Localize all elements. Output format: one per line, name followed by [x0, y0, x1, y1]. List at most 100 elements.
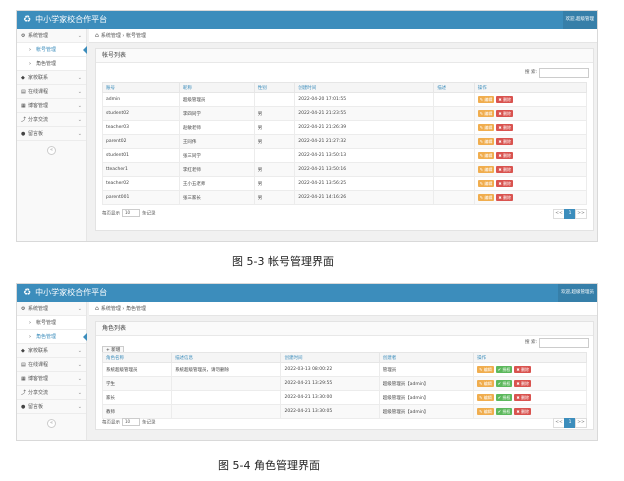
table-cell: 系统超级管理员，请勿删除 [171, 362, 282, 377]
user-menu[interactable]: 欢迎,超级管理员 [558, 284, 597, 302]
sidebar-item[interactable]: ● 留言板 ⌄ [17, 400, 86, 414]
share-icon: ⤴ [21, 390, 27, 396]
delete-button[interactable]: ✖ 删除 [496, 152, 513, 159]
chevron-down-icon: ⌄ [77, 117, 82, 123]
edit-button[interactable]: ✎ 编辑 [477, 110, 495, 117]
edit-button[interactable]: ✎ 编辑 [477, 138, 495, 145]
edit-button[interactable]: ✎ 编辑 [477, 408, 494, 415]
delete-button[interactable]: ✖ 删除 [514, 394, 532, 401]
delete-button[interactable]: ✖ 删除 [496, 124, 513, 131]
table-cell: 男 [253, 162, 296, 177]
delete-button[interactable]: ✖ 删除 [496, 96, 513, 103]
delete-button[interactable]: ✖ 删除 [496, 194, 513, 201]
delete-button[interactable]: ✖ 删除 [514, 366, 532, 373]
account-panel: 帐号列表 搜 索: 账号 昵称 性别 创建时间 描述 操作 admin 超级管理员 2022-… [95, 48, 594, 231]
table-cell: 2022-04-21 21:26:39 [294, 120, 435, 135]
table-cell [433, 176, 475, 191]
column-header[interactable]: 描述 [433, 82, 475, 93]
column-header[interactable]: 创建时间 [294, 82, 435, 93]
sidebar-item[interactable]: › 帐号管理 [17, 316, 86, 330]
edit-button[interactable]: ✎ 编辑 [477, 152, 495, 159]
actions-cell: ✎ 编辑 ✔ 授权 ✖ 删除 [473, 362, 587, 377]
chevron-down-icon: ⌄ [77, 306, 82, 312]
delete-button[interactable]: ✖ 删除 [514, 408, 532, 415]
breadcrumb-separator: › [122, 33, 125, 39]
table-cell: 张三同学 [178, 148, 255, 163]
sidebar-item[interactable]: › 角色管理 [17, 57, 86, 71]
authorize-button[interactable]: ✔ 授权 [495, 380, 513, 387]
delete-button[interactable]: ✖ 删除 [496, 138, 513, 145]
page-size-select[interactable]: 10 [122, 418, 140, 426]
delete-button[interactable]: ✖ 删除 [496, 166, 513, 173]
column-header[interactable]: 创建时间 [280, 352, 380, 363]
app-logo[interactable]: ♻ 中小学家校合作平台 [23, 14, 107, 26]
sidebar-item[interactable]: ▦ 博客管理 ⌄ [17, 99, 86, 113]
column-header[interactable]: 昵称 [178, 82, 255, 93]
table-cell: 2022-03-13 08:00:22 [280, 362, 380, 377]
search-input[interactable] [539, 68, 589, 78]
breadcrumb-current: 角色管理 [126, 306, 147, 312]
table-cell: 男 [253, 134, 296, 149]
sidebar-item[interactable]: ⚙ 系统管理 ⌄ [17, 29, 86, 43]
table-cell [433, 148, 475, 163]
delete-button[interactable]: ✖ 删除 [496, 180, 513, 187]
sidebar-item[interactable]: ▦ 博客管理 ⌄ [17, 372, 86, 386]
sidebar-collapse-button[interactable]: « [47, 419, 56, 428]
table-cell [433, 92, 475, 107]
authorize-button[interactable]: ✔ 授权 [495, 366, 513, 373]
breadcrumb-home[interactable]: 系统管理 [101, 306, 121, 312]
sidebar-item[interactable]: › 角色管理 [17, 330, 87, 344]
authorize-button[interactable]: ✔ 授权 [495, 408, 513, 415]
sidebar-collapse-button[interactable]: « [47, 146, 56, 155]
delete-button[interactable]: ✖ 删除 [514, 380, 532, 387]
column-header[interactable]: 性别 [253, 82, 296, 93]
figure-caption: 图 5-4 角色管理界面 [218, 459, 320, 472]
column-header[interactable]: 描述信息 [171, 352, 282, 363]
page-size-select[interactable]: 10 [122, 209, 140, 217]
sidebar-item[interactable]: ⚙ 系统管理 ⌄ [17, 302, 86, 316]
sidebar: ⚙ 系统管理 ⌄ › 帐号管理 › 角色管理 ◆ 家校联系 ⌄ ▤ 在线课程 ⌄ ▦ 博客管理 ⌄ ⤴ 分享交流 ⌄… [17, 302, 87, 440]
chevron-down-icon: ⌄ [77, 131, 82, 137]
edit-button[interactable]: ✎ 编辑 [477, 96, 495, 103]
column-header[interactable]: 操作 [473, 82, 588, 93]
column-header[interactable]: 创建者 [378, 352, 475, 363]
sidebar-item[interactable]: ⤴ 分享交流 ⌄ [17, 386, 86, 400]
column-header[interactable]: 操作 [473, 352, 587, 363]
sidebar-item[interactable]: ▤ 在线课程 ⌄ [17, 358, 86, 372]
sidebar-item[interactable]: ▤ 在线课程 ⌄ [17, 85, 86, 99]
tag-icon: ◆ [21, 348, 25, 354]
edit-button[interactable]: ✎ 编辑 [477, 394, 494, 401]
edit-button[interactable]: ✎ 编辑 [477, 166, 495, 173]
page-button[interactable]: >> [575, 209, 587, 219]
app-logo[interactable]: ♻ 中小学家校合作平台 [23, 287, 107, 299]
column-header[interactable]: 角色名称 [101, 352, 173, 363]
account-management-screenshot: ♻ 中小学家校合作平台 欢迎,超级管理 ⚙ 系统管理 ⌄ › 帐号管理 › 角色管理 ◆ 家校联系… [16, 10, 598, 242]
authorize-button[interactable]: ✔ 授权 [495, 394, 513, 401]
table-cell [171, 376, 282, 391]
table-cell: 2022-04-21 21:27:32 [294, 134, 435, 149]
edit-button[interactable]: ✎ 编辑 [477, 194, 495, 201]
sidebar-item[interactable]: ● 留言板 ⌄ [17, 127, 86, 141]
edit-button[interactable]: ✎ 编辑 [477, 180, 495, 187]
search-input[interactable] [539, 338, 589, 348]
breadcrumb-home[interactable]: 系统管理 [101, 33, 121, 39]
actions-cell: ✎ 编辑 ✖ 删除 [473, 162, 588, 177]
sidebar-item[interactable]: › 帐号管理 [17, 43, 87, 57]
edit-button[interactable]: ✎ 编辑 [477, 380, 494, 387]
column-header[interactable]: 账号 [102, 82, 180, 93]
table-cell: 家长 [101, 390, 173, 405]
sidebar-item-label: 系统管理 [28, 33, 49, 39]
sidebar-item[interactable]: ⤴ 分享交流 ⌄ [17, 113, 86, 127]
user-menu[interactable]: 欢迎,超级管理 [562, 11, 597, 29]
gears-icon: ⚙ [21, 306, 26, 312]
table-row: tteacher1 李红老师男 2022-04-21 13:50:16 ✎ 编辑 ✖ 删… [102, 162, 588, 177]
edit-button[interactable]: ✎ 编辑 [477, 124, 495, 131]
edit-button[interactable]: ✎ 编辑 [477, 366, 494, 373]
table-row: student02 李四同学男 2022-04-21 21:23:55 ✎ 编辑 ✖ 删… [102, 106, 588, 121]
page-button[interactable]: >> [575, 418, 587, 428]
sidebar-item[interactable]: ◆ 家校联系 ⌄ [17, 71, 86, 85]
chevron-down-icon: ⌄ [77, 75, 82, 81]
delete-button[interactable]: ✖ 删除 [496, 110, 513, 117]
book-icon: ▤ [21, 89, 26, 95]
sidebar-item[interactable]: ◆ 家校联系 ⌄ [17, 344, 86, 358]
